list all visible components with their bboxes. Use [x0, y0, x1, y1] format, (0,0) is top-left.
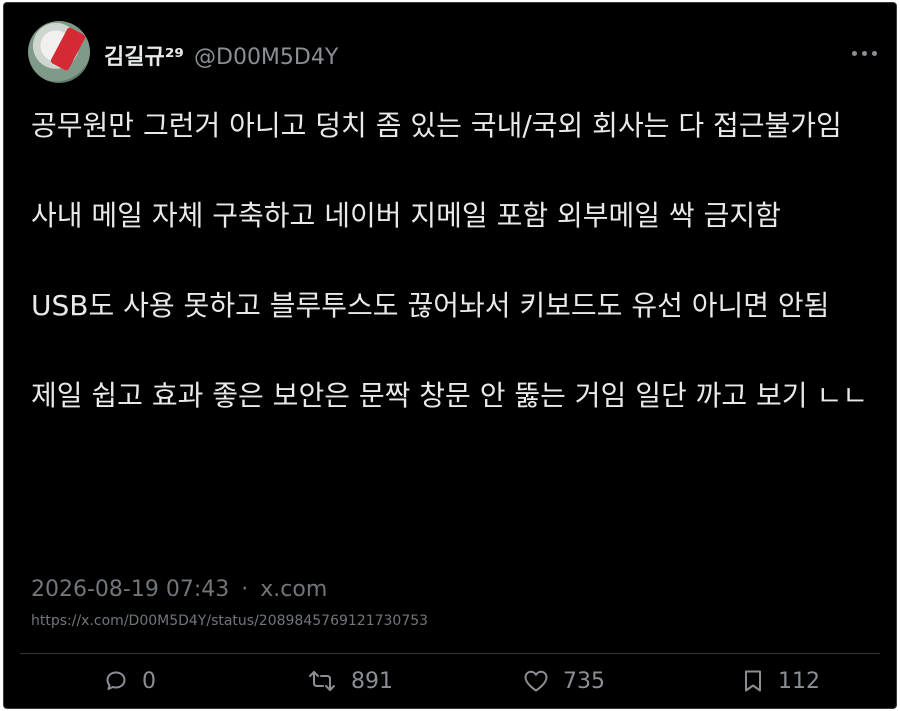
heart-icon — [524, 670, 548, 692]
reply-icon — [106, 671, 126, 690]
tweet-card: 김길규²⁹ @D00M5D4Y 공무원만 그런거 아니고 덩치 좀 있는 국내/… — [3, 2, 897, 709]
action-bar: 0 891 735 112 — [4, 663, 896, 699]
bookmark-button[interactable]: 112 — [742, 663, 820, 699]
like-count: 735 — [563, 668, 605, 694]
tweet-header: 김길규²⁹ @D00M5D4Y — [104, 39, 338, 71]
tweet-paragraph: USB도 사용 못하고 블루투스도 끊어놔서 키보드도 유선 아니면 안됨 — [31, 289, 830, 322]
bookmark-count: 112 — [778, 668, 820, 694]
tweet-meta: 2026-08-19 07:43 · x.com — [31, 577, 327, 602]
like-button[interactable]: 735 — [523, 663, 605, 699]
more-dot — [861, 50, 867, 56]
display-name[interactable]: 김길규²⁹ — [104, 39, 184, 71]
retweet-count: 891 — [351, 668, 393, 694]
user-handle[interactable]: @D00M5D4Y — [194, 45, 338, 70]
more-dot — [871, 50, 877, 56]
divider — [20, 653, 880, 654]
tweet-paragraph: 제일 쉽고 효과 좋은 보안은 문짝 창문 안 뚫는 거임 일단 까고 보기 ㄴ… — [31, 379, 868, 412]
avatar[interactable] — [28, 21, 90, 83]
tweet-text: 공무원만 그런거 아니고 덩치 좀 있는 국내/국외 회사는 다 접근불가임 사… — [31, 103, 881, 418]
reply-button[interactable]: 0 — [104, 663, 156, 699]
more-dot — [851, 50, 857, 56]
reply-count: 0 — [142, 668, 156, 694]
tweet-paragraph: 공무원만 그런거 아니고 덩치 좀 있는 국내/국외 회사는 다 접근불가임 — [31, 109, 842, 142]
retweet-button[interactable]: 891 — [307, 663, 393, 699]
tweet-paragraph: 사내 메일 자체 구축하고 네이버 지메일 포함 외부메일 싹 금지함 — [31, 199, 781, 232]
meta-separator: · — [241, 577, 249, 602]
tweet-url[interactable]: https://x.com/D00M5D4Y/status/2089845769… — [31, 613, 428, 629]
source-label: x.com — [260, 577, 328, 602]
bookmark-icon — [745, 670, 761, 692]
more-options-icon[interactable] — [846, 41, 882, 65]
timestamp[interactable]: 2026-08-19 07:43 — [31, 577, 229, 602]
avatar-accent — [49, 26, 87, 72]
retweet-icon — [309, 671, 335, 691]
